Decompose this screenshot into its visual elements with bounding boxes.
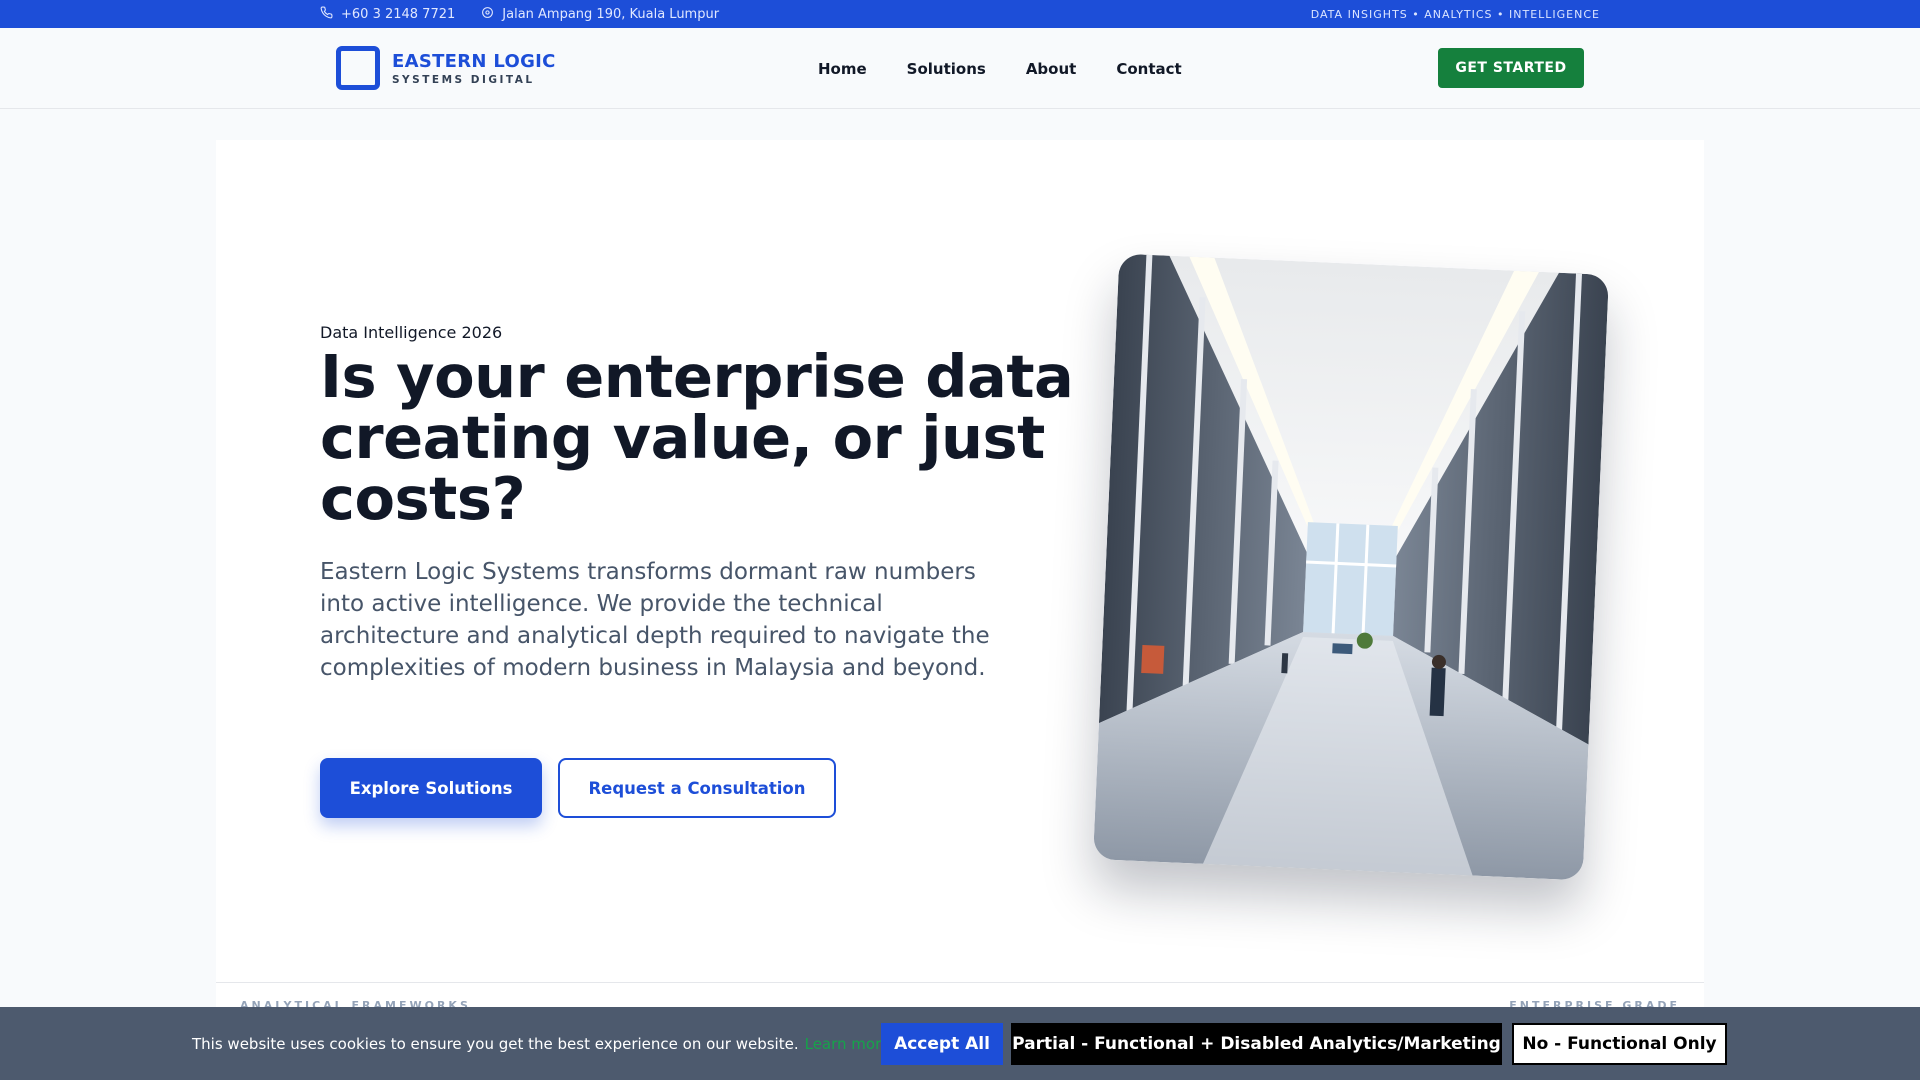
address-info: Jalan Ampang 190, Kuala Lumpur [481, 6, 719, 23]
get-started-button[interactable]: GET STARTED [1438, 48, 1584, 88]
top-info-bar: +60 3 2148 7721 Jalan Ampang 190, Kuala … [0, 0, 1920, 28]
accept-all-button[interactable]: Accept All [881, 1023, 1003, 1065]
functional-only-button[interactable]: No - Functional Only [1512, 1023, 1727, 1065]
map-pin-icon [481, 6, 494, 23]
hero-office-image [1093, 253, 1609, 881]
partial-consent-button[interactable]: Partial - Functional + Disabled Analytic… [1011, 1023, 1502, 1065]
nav-about[interactable]: About [1026, 60, 1077, 78]
cookie-learn-more-link[interactable]: Learn more [805, 1035, 891, 1053]
cookie-banner: This website uses cookies to ensure you … [0, 1007, 1920, 1080]
nav-contact[interactable]: Contact [1116, 60, 1181, 78]
hero-eyebrow: Data Intelligence 2026 [320, 323, 503, 342]
phone-info[interactable]: +60 3 2148 7721 [320, 6, 455, 23]
hero-headline: Is your enterprise data creating value, … [320, 342, 1074, 533]
logo-mark [336, 46, 380, 90]
hero-lead: Eastern Logic Systems transforms dormant… [320, 559, 990, 681]
site-header: EASTERN LOGIC SYSTEMS DIGITAL Home Solut… [0, 28, 1920, 109]
logo-title: EASTERN LOGIC [392, 50, 556, 72]
logo-subtitle: SYSTEMS DIGITAL [392, 73, 535, 86]
nav-home[interactable]: Home [818, 60, 867, 78]
request-consultation-button[interactable]: Request a Consultation [558, 758, 836, 818]
hero-section: Data Intelligence 2026 Is your enterpris… [216, 140, 1704, 982]
phone-icon [320, 6, 333, 23]
logo[interactable]: EASTERN LOGIC SYSTEMS DIGITAL [336, 46, 556, 90]
nav-solutions[interactable]: Solutions [907, 60, 986, 78]
explore-solutions-button[interactable]: Explore Solutions [320, 758, 542, 818]
cookie-message: This website uses cookies to ensure you … [192, 1034, 799, 1053]
phone-number: +60 3 2148 7721 [341, 6, 456, 22]
address-text: Jalan Ampang 190, Kuala Lumpur [502, 6, 720, 22]
main-nav: Home Solutions About Contact [818, 28, 1182, 109]
topbar-tagline: DATA INSIGHTS • ANALYTICS • INTELLIGENCE [1310, 7, 1600, 21]
